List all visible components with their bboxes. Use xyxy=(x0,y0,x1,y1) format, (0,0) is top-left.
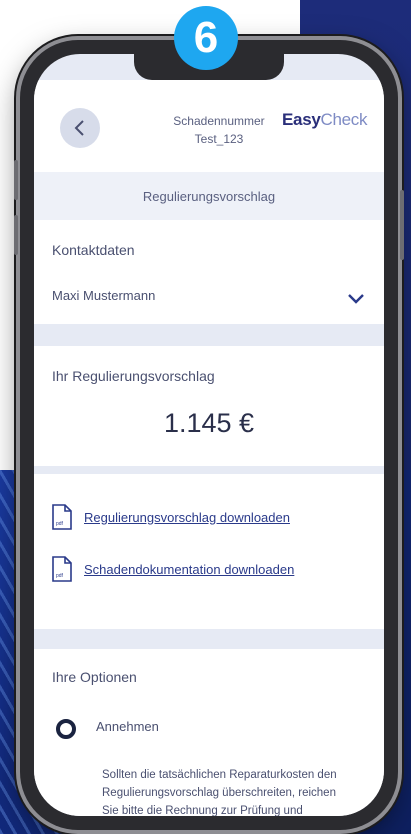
back-button[interactable] xyxy=(60,108,100,148)
volume-down-button xyxy=(14,215,18,255)
easycheck-logo: EasyCheck xyxy=(282,110,368,129)
claim-number-label: Schadennummer xyxy=(173,114,265,128)
download-proposal-row[interactable]: pdf Regulierungsvorschlag downloaden xyxy=(52,504,290,530)
svg-text:pdf: pdf xyxy=(56,521,64,527)
accept-radio[interactable] xyxy=(56,719,76,739)
contact-name: Maxi Mustermann xyxy=(52,288,156,303)
chevron-left-icon xyxy=(74,120,84,136)
proposal-heading: Ihr Regulierungsvorschlag xyxy=(52,368,215,384)
contact-card: Kontaktdaten Maxi Mustermann xyxy=(34,220,384,324)
options-description: Sollten die tatsächlichen Reparaturkoste… xyxy=(102,769,337,816)
download-documentation-row[interactable]: pdf Schadendokumentation downloaden xyxy=(52,556,294,582)
download-documentation-link[interactable]: Schadendokumentation downloaden xyxy=(84,562,294,577)
download-proposal-link[interactable]: Regulierungsvorschlag downloaden xyxy=(84,510,290,525)
phone-screen: Schadennummer Test_123 EasyCheck Regulie… xyxy=(34,54,384,816)
pdf-file-icon: pdf xyxy=(52,556,72,582)
svg-text:pdf: pdf xyxy=(56,573,64,579)
options-heading: Ihre Optionen xyxy=(52,669,137,685)
volume-up-button xyxy=(14,160,18,200)
app-header: Schadennummer Test_123 EasyCheck xyxy=(34,80,384,172)
power-button xyxy=(400,190,404,260)
pdf-file-icon: pdf xyxy=(52,504,72,530)
proposal-amount: 1.145 € xyxy=(163,408,255,438)
downloads-card: pdf Regulierungsvorschlag downloaden pdf… xyxy=(34,474,384,629)
chevron-down-icon[interactable] xyxy=(346,292,366,306)
section-title: Regulierungsvorschlag xyxy=(34,172,384,220)
accept-label: Annehmen xyxy=(96,719,159,734)
claim-number-value: Test_123 xyxy=(194,132,244,146)
proposal-card: Ihr Regulierungsvorschlag 1.145 € xyxy=(34,346,384,466)
contact-heading: Kontaktdaten xyxy=(52,242,135,258)
phone-frame: Schadennummer Test_123 EasyCheck Regulie… xyxy=(14,40,404,830)
step-number-badge: 6 xyxy=(174,6,238,70)
